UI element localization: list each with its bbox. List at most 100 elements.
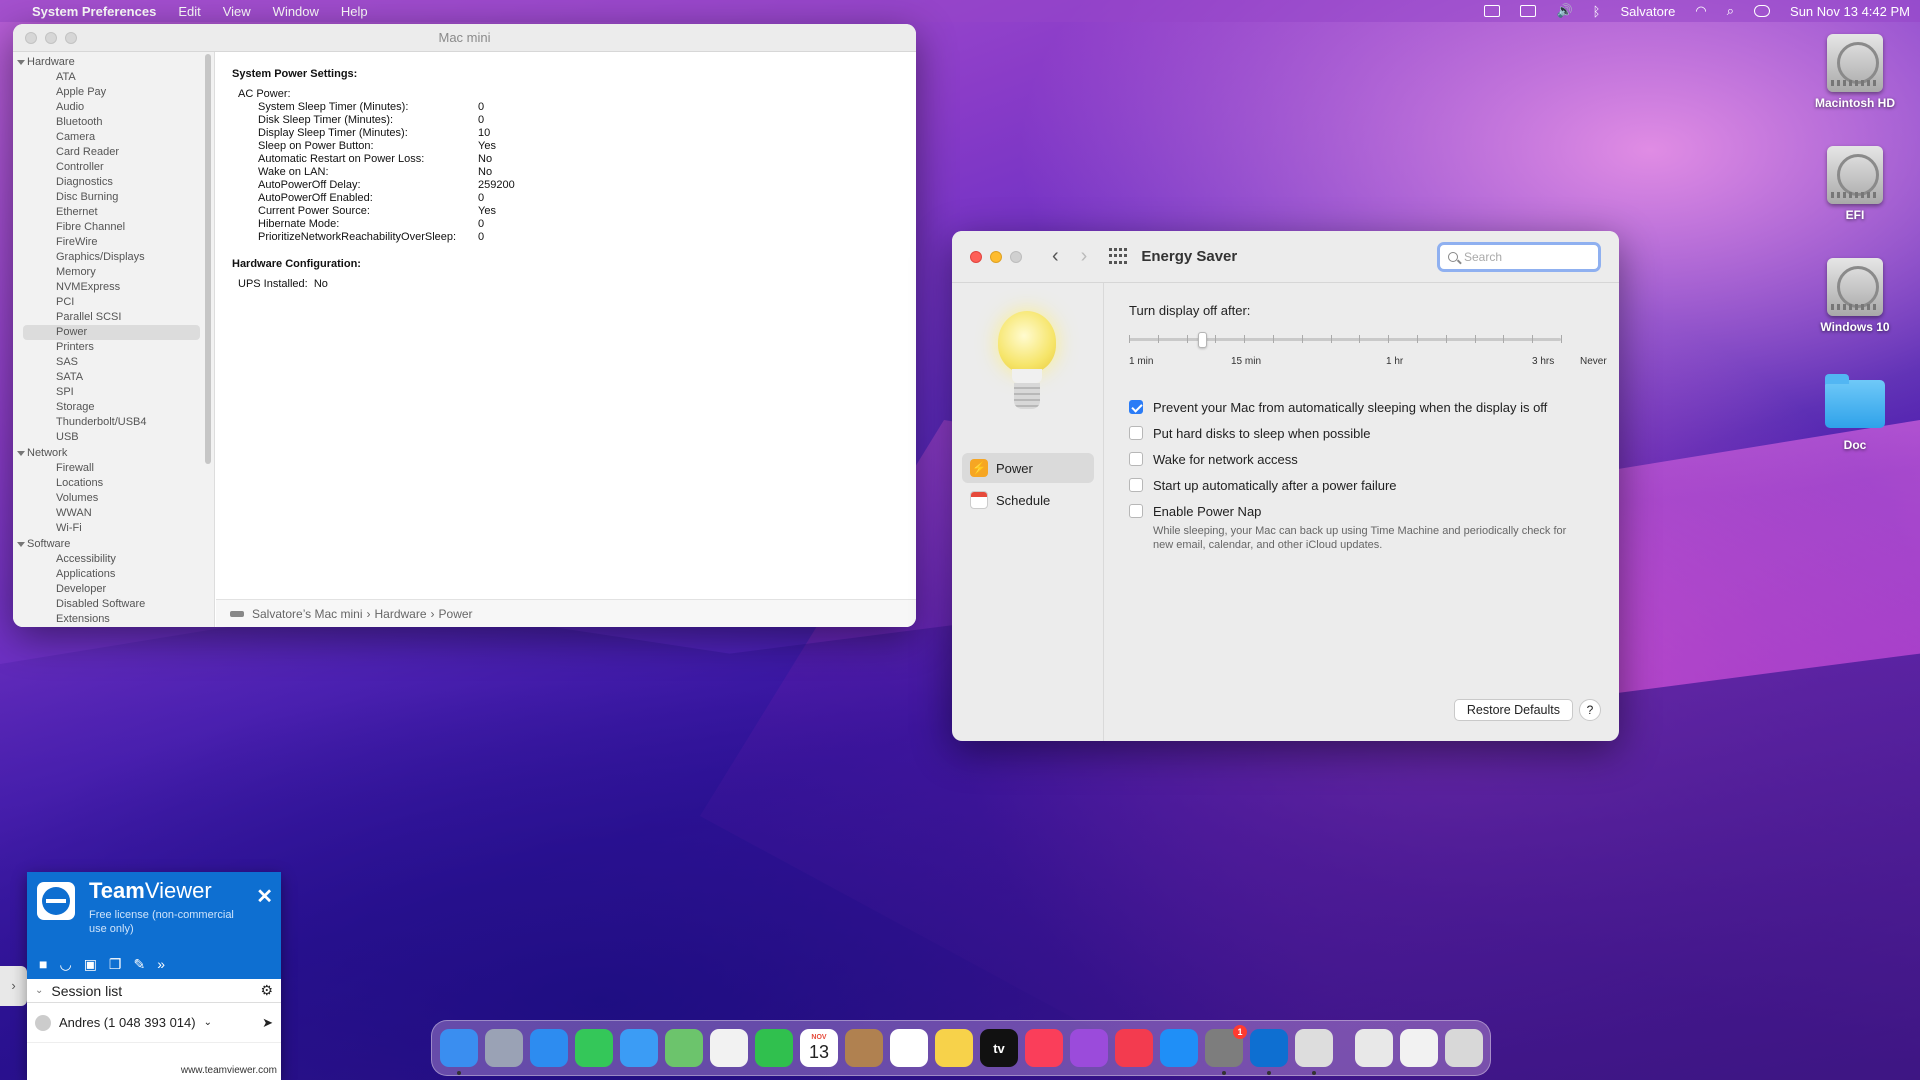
tree-item[interactable]: Memory [13,265,214,280]
chevron-down-icon[interactable]: ⌄ [204,1017,212,1028]
sidebar-scrollbar[interactable] [205,54,211,464]
zoom-button[interactable] [1010,250,1022,263]
calendar-icon[interactable]: NOV 13 [800,1029,838,1067]
tree-item[interactable]: Fibre Channel [13,220,214,235]
window-titlebar[interactable]: Mac mini [13,24,916,52]
news-icon[interactable] [1115,1029,1153,1067]
option-checkbox[interactable] [1129,478,1143,492]
menu-edit[interactable]: Edit [178,4,200,19]
tree-item[interactable]: FireWire [13,235,214,250]
option-row[interactable]: Start up automatically after a power fai… [1129,472,1595,498]
tree-item[interactable]: Diagnostics [13,175,214,190]
reminders-icon[interactable] [890,1029,928,1067]
tree-item[interactable]: Disabled Software [13,597,214,612]
desktop-icon-doc[interactable]: Doc [1800,374,1910,452]
tree-item[interactable]: Applications [13,567,214,582]
photos-icon[interactable] [710,1029,748,1067]
tree-item[interactable]: SAS [13,355,214,370]
whiteboard-icon[interactable]: ✎ [133,956,145,973]
help-button[interactable]: ? [1579,699,1601,721]
option-checkbox[interactable] [1129,504,1143,518]
cursor-icon[interactable]: ➤ [262,1015,273,1031]
more-icon[interactable]: » [157,956,165,973]
user-menu[interactable]: Salvatore [1620,4,1675,19]
option-checkbox[interactable] [1129,452,1143,466]
option-checkbox[interactable] [1129,426,1143,440]
chat-icon[interactable]: ▣ [84,956,97,973]
screen-sharing-icon[interactable] [1400,1029,1438,1067]
restore-defaults-button[interactable]: Restore Defaults [1453,699,1573,721]
video-icon[interactable]: ■ [39,956,47,973]
tree-item[interactable]: SATA [13,370,214,385]
menu-view[interactable]: View [223,4,251,19]
menu-window[interactable]: Window [273,4,319,19]
tree-item[interactable]: ATA [13,70,214,85]
notes-icon[interactable] [935,1029,973,1067]
activity-icon[interactable] [1484,5,1501,17]
music-icon[interactable] [1025,1029,1063,1067]
podcasts-icon[interactable] [1070,1029,1108,1067]
tree-item[interactable]: Storage [13,400,214,415]
option-row[interactable]: Wake for network access [1129,446,1595,472]
tree-item[interactable]: Apple Pay [13,85,214,100]
headset-icon[interactable]: ◡ [59,956,71,973]
app-store-icon[interactable] [1160,1029,1198,1067]
back-icon[interactable]: ‹ [1052,245,1059,268]
option-checkbox[interactable] [1129,400,1143,414]
window-toolbar[interactable]: ‹ › Energy Saver Search [952,231,1619,283]
close-icon[interactable]: ✕ [256,884,273,909]
sidebar-item-power[interactable]: ⚡ Power [962,453,1094,483]
tree-item[interactable]: Parallel SCSI [13,310,214,325]
tree-item[interactable]: Locations [13,476,214,491]
trash-icon[interactable] [1445,1029,1483,1067]
teamviewer-url[interactable]: www.teamviewer.com [181,1065,277,1076]
tree-item[interactable]: USB [13,430,214,445]
close-button[interactable] [970,250,982,263]
search-field[interactable]: Search [1437,241,1601,272]
path-item[interactable]: Power [439,607,473,621]
desktop-icon-windows-10[interactable]: Windows 10 [1800,258,1910,334]
tree-item[interactable]: Controller [13,160,214,175]
desktop-icon-efi[interactable]: EFI [1800,146,1910,222]
printer-icon[interactable] [1295,1029,1333,1075]
sidebar-item-schedule[interactable]: Schedule [962,485,1094,515]
control-center-icon[interactable] [1754,5,1771,17]
safari-icon[interactable] [530,1029,568,1067]
tree-group[interactable]: Software [13,536,214,552]
session-list-header[interactable]: ⌄ Session list ⚙ [27,979,281,1003]
spotlight-icon[interactable]: ⌕ [1727,3,1734,19]
session-user[interactable]: Andres (1 048 393 014) ⌄ ➤ [27,1003,281,1043]
tree-group[interactable]: Hardware [13,54,214,70]
gear-icon[interactable]: ⚙ [260,982,273,999]
path-item[interactable]: Hardware [374,607,426,621]
tree-item[interactable]: Accessibility [13,552,214,567]
forward-icon[interactable]: › [1081,245,1088,268]
path-item[interactable]: Salvatore’s Mac mini [252,607,362,621]
menu-app-name[interactable]: System Preferences [32,4,156,19]
option-row[interactable]: Prevent your Mac from automatically slee… [1129,394,1595,420]
clock[interactable]: Sun Nov 13 4:42 PM [1790,4,1910,19]
tree-item[interactable]: Developer [13,582,214,597]
tree-item[interactable]: Extensions [13,612,214,627]
tree-item[interactable]: Card Reader [13,145,214,160]
system-preferences-icon[interactable]: 1 [1205,1025,1247,1075]
option-row[interactable]: Put hard disks to sleep when possible [1129,420,1595,446]
tree-item[interactable]: WWAN [13,506,214,521]
teamviewer-expand-tab[interactable]: › [0,966,27,1006]
messages-icon[interactable] [575,1029,613,1067]
tree-item[interactable]: Graphics/Displays [13,250,214,265]
tree-item[interactable]: Camera [13,130,214,145]
option-row[interactable]: Enable Power Nap [1129,498,1595,524]
tree-item[interactable]: PCI [13,295,214,310]
tree-item[interactable]: Volumes [13,491,214,506]
contacts-icon[interactable] [845,1029,883,1067]
desktop-icon-macintosh-hd[interactable]: Macintosh HD [1800,34,1910,110]
tree-item[interactable]: Audio [13,100,214,115]
tree-item[interactable]: NVMExpress [13,280,214,295]
tree-group[interactable]: Network [13,445,214,461]
tree-item[interactable]: Ethernet [13,205,214,220]
tree-item[interactable]: Firewall [13,461,214,476]
show-all-grid-icon[interactable] [1109,247,1128,266]
tree-item[interactable]: Power [23,325,200,340]
tree-item[interactable]: Wi-Fi [13,521,214,536]
